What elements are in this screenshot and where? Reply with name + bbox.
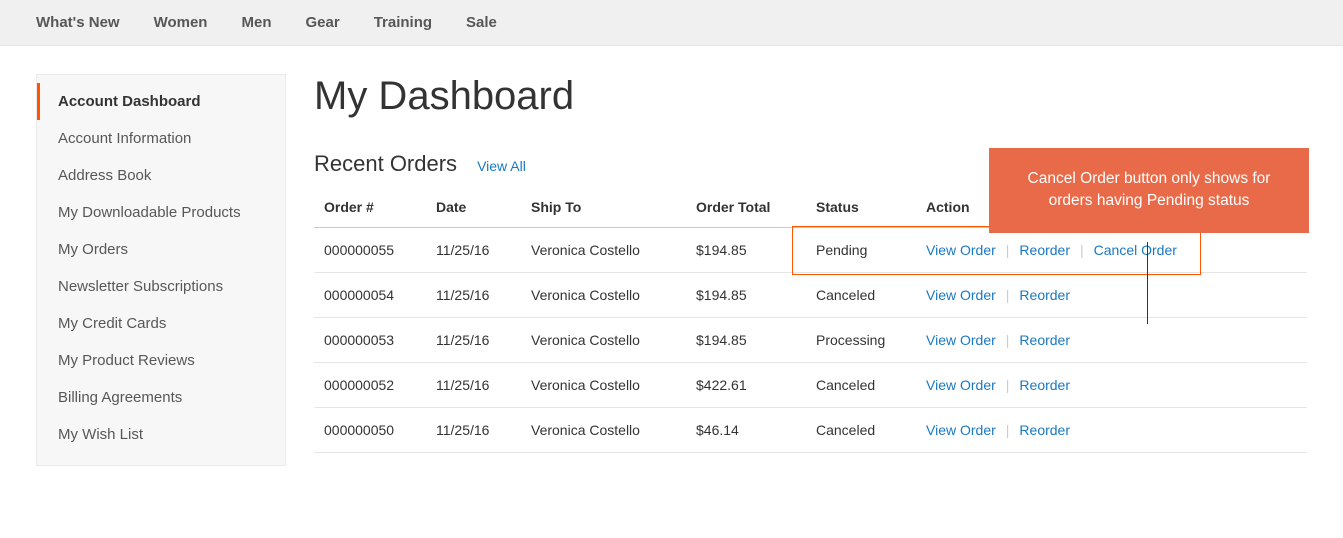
top-nav: What's New Women Men Gear Training Sale	[0, 0, 1343, 46]
order-ship-to: Veronica Costello	[521, 408, 686, 453]
sidebar-item-product-reviews[interactable]: My Product Reviews	[37, 342, 285, 379]
col-date: Date	[426, 187, 521, 228]
view-order-link[interactable]: View Order	[926, 377, 996, 393]
action-separator: |	[1006, 377, 1010, 393]
order-total: $46.14	[686, 408, 806, 453]
order-status: Canceled	[806, 363, 916, 408]
order-status: Processing	[806, 318, 916, 363]
action-separator: |	[1006, 287, 1010, 303]
view-order-link[interactable]: View Order	[926, 332, 996, 348]
order-actions: View Order | Reorder	[916, 363, 1307, 408]
view-order-link[interactable]: View Order	[926, 287, 996, 303]
reorder-link[interactable]: Reorder	[1019, 377, 1070, 393]
order-actions: View Order | Reorder	[916, 318, 1307, 363]
order-number: 000000054	[314, 273, 426, 318]
col-ship-to: Ship To	[521, 187, 686, 228]
order-date: 11/25/16	[426, 363, 521, 408]
order-actions: View Order | Reorder	[916, 408, 1307, 453]
order-total: $194.85	[686, 273, 806, 318]
recent-orders-title: Recent Orders	[314, 151, 457, 177]
order-ship-to: Veronica Costello	[521, 318, 686, 363]
reorder-link[interactable]: Reorder	[1019, 332, 1070, 348]
order-actions: View Order | Reorder	[916, 273, 1307, 318]
sidebar-item-credit-cards[interactable]: My Credit Cards	[37, 305, 285, 342]
table-row: 00000005511/25/16Veronica Costello$194.8…	[314, 228, 1307, 273]
order-ship-to: Veronica Costello	[521, 273, 686, 318]
order-date: 11/25/16	[426, 273, 521, 318]
main-content: My Dashboard Recent Orders View All Orde…	[286, 74, 1307, 466]
view-order-link[interactable]: View Order	[926, 242, 996, 258]
view-all-link[interactable]: View All	[477, 158, 526, 174]
order-number: 000000052	[314, 363, 426, 408]
cancel-order-link[interactable]: Cancel Order	[1094, 242, 1177, 258]
sidebar-item-wish-list[interactable]: My Wish List	[37, 416, 285, 453]
nav-item-women[interactable]: Women	[154, 14, 208, 31]
order-status: Canceled	[806, 408, 916, 453]
sidebar-item-billing-agreements[interactable]: Billing Agreements	[37, 379, 285, 416]
order-date: 11/25/16	[426, 408, 521, 453]
order-total: $422.61	[686, 363, 806, 408]
nav-item-sale[interactable]: Sale	[466, 14, 497, 31]
reorder-link[interactable]: Reorder	[1019, 287, 1070, 303]
col-total: Order Total	[686, 187, 806, 228]
sidebar-item-account-information[interactable]: Account Information	[37, 120, 285, 157]
order-status: Pending	[806, 228, 916, 273]
col-order: Order #	[314, 187, 426, 228]
nav-item-gear[interactable]: Gear	[305, 14, 339, 31]
sidebar-item-newsletter-subscriptions[interactable]: Newsletter Subscriptions	[37, 268, 285, 305]
sidebar-item-address-book[interactable]: Address Book	[37, 157, 285, 194]
nav-item-men[interactable]: Men	[241, 14, 271, 31]
table-row: 00000005411/25/16Veronica Costello$194.8…	[314, 273, 1307, 318]
table-row: 00000005211/25/16Veronica Costello$422.6…	[314, 363, 1307, 408]
annotation-leader-line	[1147, 242, 1148, 324]
order-number: 000000050	[314, 408, 426, 453]
order-total: $194.85	[686, 318, 806, 363]
order-status: Canceled	[806, 273, 916, 318]
nav-item-training[interactable]: Training	[374, 14, 432, 31]
nav-item-whats-new[interactable]: What's New	[36, 14, 120, 31]
order-date: 11/25/16	[426, 318, 521, 363]
order-actions: View Order | Reorder | Cancel Order	[916, 228, 1307, 273]
action-separator: |	[1006, 422, 1010, 438]
order-date: 11/25/16	[426, 228, 521, 273]
sidebar-item-downloadable-products[interactable]: My Downloadable Products	[37, 194, 285, 231]
order-number: 000000053	[314, 318, 426, 363]
page-title: My Dashboard	[314, 74, 1307, 119]
sidebar-item-my-orders[interactable]: My Orders	[37, 231, 285, 268]
annotation-callout: Cancel Order button only shows for order…	[989, 148, 1309, 233]
order-total: $194.85	[686, 228, 806, 273]
action-separator: |	[1006, 332, 1010, 348]
action-separator: |	[1080, 242, 1084, 258]
order-number: 000000055	[314, 228, 426, 273]
col-status: Status	[806, 187, 916, 228]
view-order-link[interactable]: View Order	[926, 422, 996, 438]
order-ship-to: Veronica Costello	[521, 228, 686, 273]
sidebar-item-account-dashboard[interactable]: Account Dashboard	[37, 83, 285, 120]
reorder-link[interactable]: Reorder	[1019, 422, 1070, 438]
reorder-link[interactable]: Reorder	[1019, 242, 1070, 258]
account-sidebar: Account Dashboard Account Information Ad…	[36, 74, 286, 466]
action-separator: |	[1006, 242, 1010, 258]
table-row: 00000005311/25/16Veronica Costello$194.8…	[314, 318, 1307, 363]
order-ship-to: Veronica Costello	[521, 363, 686, 408]
table-row: 00000005011/25/16Veronica Costello$46.14…	[314, 408, 1307, 453]
